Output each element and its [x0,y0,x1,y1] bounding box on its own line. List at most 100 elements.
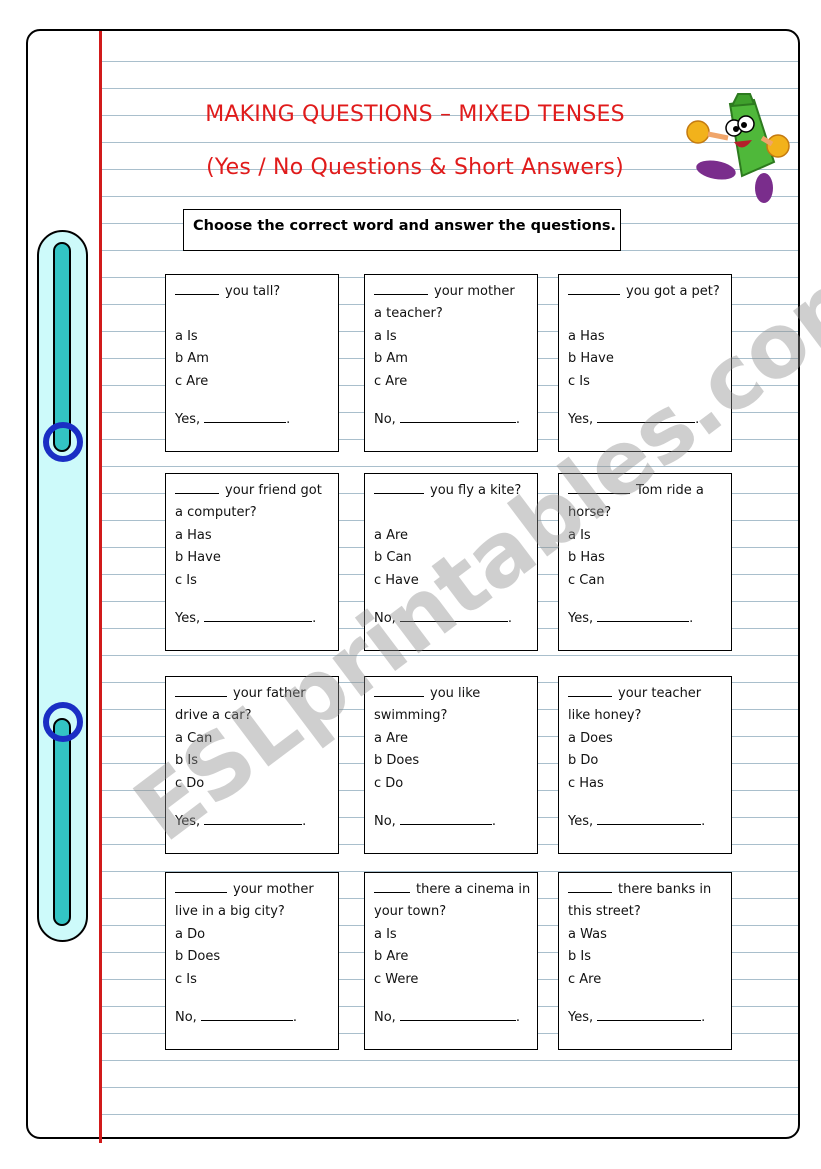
answer-option[interactable]: c Is [568,371,731,393]
short-answer-blank[interactable] [200,1008,293,1021]
answer-option[interactable]: c Are [175,371,338,393]
short-answer-prefix: Yes, [568,813,594,829]
question-line-2: a computer? [175,505,257,521]
fill-in-blank[interactable] [374,684,424,697]
question-line-2: live in a big city? [175,904,285,920]
answer-option[interactable]: a Is [374,326,537,348]
short-answer-prefix: Yes, [568,1009,594,1025]
answer-option[interactable]: a Does [568,728,731,750]
answer-option[interactable]: b Do [568,750,731,772]
question-card: your teacher like honey? a Does b Do c Has Ye… [558,676,732,854]
answer-option[interactable]: c Do [175,773,338,795]
question-text: your mother [434,284,515,299]
answer-option[interactable]: b Does [175,946,338,968]
answer-option[interactable]: a Are [374,525,537,547]
question-line-2 [175,303,338,325]
answer-option[interactable]: b Have [175,547,338,569]
question-card: you fly a kite? a Are b Can c Have No,. [364,473,538,651]
fill-in-blank[interactable] [374,481,424,494]
short-answer-blank[interactable] [597,812,702,825]
short-answer-prefix: No, [374,610,396,626]
answer-option[interactable]: c Have [374,570,537,592]
answer-option[interactable]: b Am [175,348,338,370]
short-answer-prefix: No, [374,813,396,829]
answer-option[interactable]: a Is [374,924,537,946]
question-line-1: there banks in [568,879,731,901]
answer-option[interactable]: b Am [374,348,537,370]
fill-in-blank[interactable] [374,880,410,893]
short-answer-blank[interactable] [597,609,690,622]
answer-option[interactable]: a Do [175,924,338,946]
question-line-2: like honey? [568,708,642,724]
fill-in-blank[interactable] [568,481,630,494]
answer-option[interactable]: b Can [374,547,537,569]
answer-option[interactable]: a Has [568,326,731,348]
period: . [695,411,700,427]
answer-option[interactable]: a Are [374,728,537,750]
short-answer-blank[interactable] [204,410,287,423]
short-answer: No,. [374,811,496,833]
fill-in-blank[interactable] [175,481,219,494]
question-line-2 [374,502,537,524]
answer-option[interactable]: c Can [568,570,731,592]
answer-option[interactable]: a Was [568,924,731,946]
answer-option[interactable]: c Were [374,969,537,991]
question-line-1: there a cinema in [374,879,537,901]
short-answer-blank[interactable] [399,812,492,825]
period: . [701,813,706,829]
question-card: your friend got a computer? a Has b Have c I… [165,473,339,651]
short-answer: Yes,. [568,409,699,431]
answer-option[interactable]: a Can [175,728,338,750]
answer-option[interactable]: b Is [175,750,338,772]
short-answer-blank[interactable] [204,812,303,825]
short-answer-blank[interactable] [597,410,696,423]
period: . [302,813,307,829]
period: . [515,1009,520,1025]
answer-option[interactable]: b Is [568,946,731,968]
question-text: you tall? [225,284,281,299]
answer-option[interactable]: b Have [568,348,731,370]
fill-in-blank[interactable] [568,282,620,295]
answer-option[interactable]: c Is [175,570,338,592]
answer-option[interactable]: b Are [374,946,537,968]
fill-in-blank[interactable] [175,684,227,697]
worksheet-subtitle: (Yes / No Questions & Short Answers) [206,155,624,180]
binder-ring-icon [43,422,83,462]
short-answer: No,. [374,1007,520,1029]
short-answer-blank[interactable] [204,609,313,622]
question-text: your mother [233,882,314,897]
answer-option[interactable]: a Is [568,525,731,547]
short-answer-blank[interactable] [399,609,508,622]
period: . [491,813,496,829]
answer-option[interactable]: c Do [374,773,537,795]
short-answer-blank[interactable] [597,1008,702,1021]
question-card: your mother a teacher? a Is b Am c Are No,. [364,274,538,452]
answer-option[interactable]: c Is [175,969,338,991]
fill-in-blank[interactable] [568,684,612,697]
period: . [292,1009,297,1025]
question-line-1: you got a pet? [568,281,731,303]
binder-ring-icon [43,702,83,742]
question-line-2: drive a car? [175,708,252,724]
short-answer-blank[interactable] [399,410,516,423]
question-text: you like [430,686,481,701]
fill-in-blank[interactable] [374,282,428,295]
period: . [515,411,520,427]
answer-option[interactable]: b Does [374,750,537,772]
question-line-1: your friend got [175,480,338,502]
fill-in-blank[interactable] [175,282,219,295]
fill-in-blank[interactable] [175,880,227,893]
answer-option[interactable]: a Has [175,525,338,547]
answer-option[interactable]: b Has [568,547,731,569]
instructions-box: Choose the correct word and answer the q… [183,209,621,251]
answer-option[interactable]: a Is [175,326,338,348]
answer-option[interactable]: c Are [568,969,731,991]
answer-option[interactable]: c Are [374,371,537,393]
worksheet-title: MAKING QUESTIONS – MIXED TENSES [205,102,625,127]
question-line-2: your town? [374,904,447,920]
question-card: your mother live in a big city? a Do b Does… [165,872,339,1050]
question-text: you fly a kite? [430,483,522,498]
short-answer-blank[interactable] [399,1008,516,1021]
answer-option[interactable]: c Has [568,773,731,795]
fill-in-blank[interactable] [568,880,612,893]
